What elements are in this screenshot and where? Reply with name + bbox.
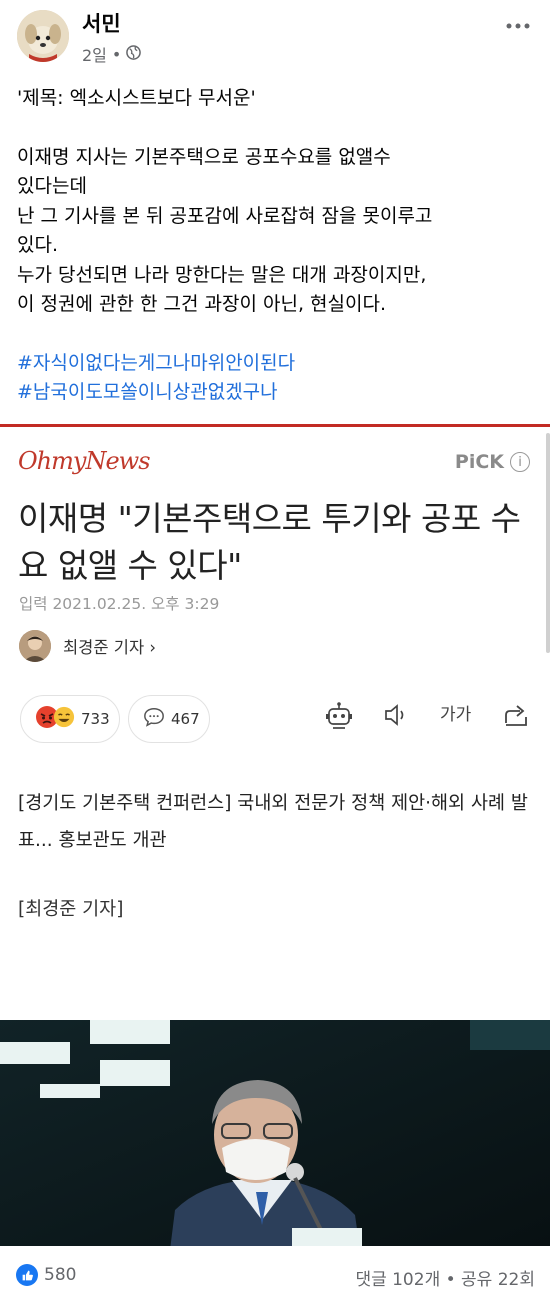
comment-bubble-icon <box>143 706 165 732</box>
comments-button[interactable]: 467 <box>128 695 210 743</box>
article-toolbar: 가가 <box>324 701 530 729</box>
pick-label: PiCK <box>454 451 504 473</box>
info-icon[interactable]: i <box>510 452 530 472</box>
author-avatar[interactable] <box>17 10 69 62</box>
reactions-count: 733 <box>81 710 110 728</box>
meta-separator: • <box>111 44 122 64</box>
article-scrollbar[interactable] <box>546 433 550 653</box>
comments-count: 467 <box>171 710 200 728</box>
shared-article[interactable]: OhmyNews PiCK i 이재명 "기본주택으로 투기와 공포 수요 없앨… <box>0 424 550 1246</box>
reporter-link[interactable]: 최경준 기자 › <box>19 630 156 662</box>
font-size-icon[interactable]: 가가 <box>440 701 472 729</box>
article-byline: [최경준 기자] <box>18 899 124 920</box>
post-text: '제목: 엑소시스트보다 무서운' 이재명 지사는 기본주택으로 공포수요를 없… <box>17 84 537 408</box>
article-subhead: [경기도 기본주택 컨퍼런스] 국내외 전문가 정책 제안·해외 사례 발표..… <box>18 793 528 851</box>
post-time[interactable]: 2일 <box>82 42 107 66</box>
ohmynews-logo: OhmyNews <box>18 447 151 475</box>
like-count[interactable]: 580 <box>44 1265 76 1285</box>
post-header: 서민 2일 • <box>0 0 550 70</box>
post-paragraph: 이재명 지사는 기본주택으로 공포수요를 없앨수 있다는데 난 그 기사를 본 … <box>17 145 433 316</box>
pick-badge[interactable]: PiCK i <box>455 451 530 473</box>
post-meta: 2일 • <box>82 42 142 66</box>
robot-summary-icon[interactable] <box>324 701 352 729</box>
reporter-avatar <box>19 630 51 662</box>
article-photo[interactable] <box>0 1020 550 1246</box>
reporter-name: 최경준 기자 › <box>63 638 156 657</box>
more-options-icon[interactable] <box>506 10 530 35</box>
post-footer: 580 댓글 102개 • 공유 22회 <box>0 1246 550 1307</box>
post-title-line: '제목: 엑소시스트보다 무서운' <box>17 87 256 109</box>
laugh-face-icon <box>53 706 75 732</box>
article-date: 입력 2021.02.25. 오후 3:29 <box>19 595 220 613</box>
like-thumb-icon[interactable] <box>16 1264 38 1286</box>
audio-speaker-icon[interactable] <box>382 701 410 729</box>
hashtag-link[interactable]: #자식이없다는게그나마위안이된다 <box>17 349 537 379</box>
globe-icon <box>126 44 142 64</box>
article-headline: 이재명 "기본주택으로 투기와 공포 수요 없앨 수 있다" <box>18 499 521 585</box>
hashtag-link[interactable]: #남국이도모쏠이니상관없겠구나 <box>17 378 537 408</box>
reactions-button[interactable]: 733 <box>20 695 120 743</box>
author-name[interactable]: 서민 <box>82 8 121 38</box>
comments-shares-count[interactable]: 댓글 102개 • 공유 22회 <box>355 1265 535 1290</box>
share-icon[interactable] <box>502 701 530 729</box>
